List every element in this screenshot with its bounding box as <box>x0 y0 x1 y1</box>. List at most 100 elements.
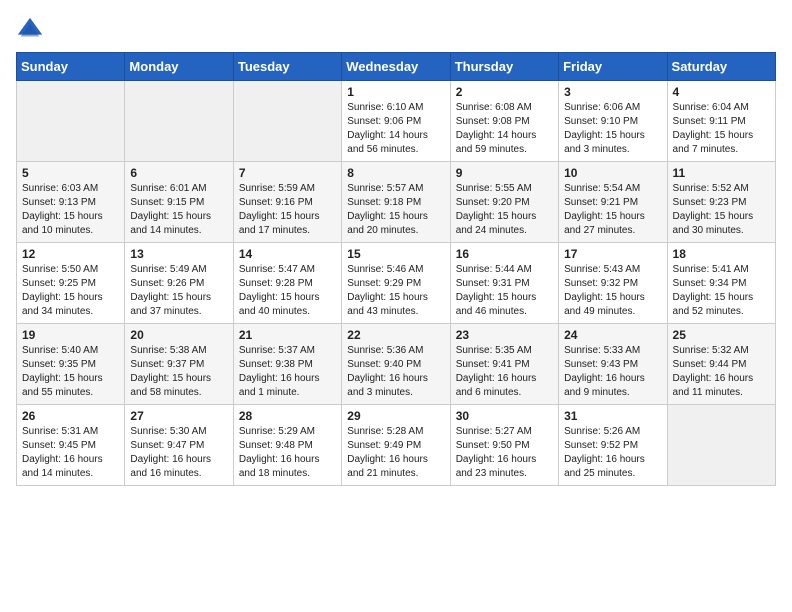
day-detail: Sunrise: 5:49 AM Sunset: 9:26 PM Dayligh… <box>130 263 227 319</box>
day-number: 3 <box>564 85 661 99</box>
day-detail: Sunrise: 5:57 AM Sunset: 9:18 PM Dayligh… <box>347 182 444 238</box>
calendar-cell: 20 Sunrise: 5:38 AM Sunset: 9:37 PM Dayli… <box>125 324 233 405</box>
day-number: 23 <box>456 328 553 342</box>
day-number: 29 <box>347 409 444 423</box>
day-number: 27 <box>130 409 227 423</box>
calendar-cell: 29Sunrise: 5:28 AM Sunset: 9:49 PM Dayli… <box>342 405 450 486</box>
day-number: 26 <box>22 409 119 423</box>
day-detail: Sunrise: 5:29 AM Sunset: 9:48 PM Dayligh… <box>239 425 336 481</box>
calendar-cell: 25 Sunrise: 5:32 AM Sunset: 9:44 PM Dayli… <box>667 324 775 405</box>
calendar-cell <box>125 81 233 162</box>
day-number: 9 <box>456 166 553 180</box>
day-detail: Sunrise: 5:36 AM Sunset: 9:40 PM Dayligh… <box>347 344 444 400</box>
weekday-header-monday: Monday <box>125 53 233 81</box>
calendar-cell <box>667 405 775 486</box>
week-row-2: 5Sunrise: 6:03 AM Sunset: 9:13 PM Daylig… <box>17 162 776 243</box>
day-number: 25 <box>673 328 770 342</box>
calendar-cell: 5Sunrise: 6:03 AM Sunset: 9:13 PM Daylig… <box>17 162 125 243</box>
calendar-cell: 17 Sunrise: 5:43 AM Sunset: 9:32 PM Dayli… <box>559 243 667 324</box>
calendar-cell: 13 Sunrise: 5:49 AM Sunset: 9:26 PM Dayli… <box>125 243 233 324</box>
calendar-cell: 26 Sunrise: 5:31 AM Sunset: 9:45 PM Dayli… <box>17 405 125 486</box>
day-number: 4 <box>673 85 770 99</box>
day-number: 1 <box>347 85 444 99</box>
day-detail: Sunrise: 5:32 AM Sunset: 9:44 PM Dayligh… <box>673 344 770 400</box>
day-detail: Sunrise: 5:55 AM Sunset: 9:20 PM Dayligh… <box>456 182 553 238</box>
day-number: 19 <box>22 328 119 342</box>
day-detail: Sunrise: 5:38 AM Sunset: 9:37 PM Dayligh… <box>130 344 227 400</box>
calendar-cell: 23 Sunrise: 5:35 AM Sunset: 9:41 PM Dayli… <box>450 324 558 405</box>
day-detail: Sunrise: 5:44 AM Sunset: 9:31 PM Dayligh… <box>456 263 553 319</box>
calendar-cell: 19 Sunrise: 5:40 AM Sunset: 9:35 PM Dayli… <box>17 324 125 405</box>
calendar-cell: 16 Sunrise: 5:44 AM Sunset: 9:31 PM Dayli… <box>450 243 558 324</box>
day-number: 5 <box>22 166 119 180</box>
day-detail: Sunrise: 5:41 AM Sunset: 9:34 PM Dayligh… <box>673 263 770 319</box>
day-detail: Sunrise: 5:35 AM Sunset: 9:41 PM Dayligh… <box>456 344 553 400</box>
week-row-3: 12 Sunrise: 5:50 AM Sunset: 9:25 PM Dayli… <box>17 243 776 324</box>
day-detail: Sunrise: 5:26 AM Sunset: 9:52 PM Dayligh… <box>564 425 661 481</box>
day-detail: Sunrise: 6:08 AM Sunset: 9:08 PM Dayligh… <box>456 101 553 157</box>
day-number: 21 <box>239 328 336 342</box>
day-detail: Sunrise: 5:43 AM Sunset: 9:32 PM Dayligh… <box>564 263 661 319</box>
day-number: 18 <box>673 247 770 261</box>
calendar-cell: 10 Sunrise: 5:54 AM Sunset: 9:21 PM Dayli… <box>559 162 667 243</box>
week-row-1: 1 Sunrise: 6:10 AM Sunset: 9:06 PM Daylig… <box>17 81 776 162</box>
calendar-cell: 30 Sunrise: 5:27 AM Sunset: 9:50 PM Dayli… <box>450 405 558 486</box>
day-detail: Sunrise: 6:01 AM Sunset: 9:15 PM Dayligh… <box>130 182 227 238</box>
day-number: 6 <box>130 166 227 180</box>
weekday-header-wednesday: Wednesday <box>342 53 450 81</box>
day-number: 2 <box>456 85 553 99</box>
day-number: 22 <box>347 328 444 342</box>
calendar-cell: 18 Sunrise: 5:41 AM Sunset: 9:34 PM Dayli… <box>667 243 775 324</box>
day-number: 24 <box>564 328 661 342</box>
calendar-cell <box>17 81 125 162</box>
day-detail: Sunrise: 5:52 AM Sunset: 9:23 PM Dayligh… <box>673 182 770 238</box>
day-number: 17 <box>564 247 661 261</box>
calendar-cell: 7 Sunrise: 5:59 AM Sunset: 9:16 PM Daylig… <box>233 162 341 243</box>
day-number: 10 <box>564 166 661 180</box>
day-detail: Sunrise: 5:40 AM Sunset: 9:35 PM Dayligh… <box>22 344 119 400</box>
day-number: 8 <box>347 166 444 180</box>
calendar-cell: 9 Sunrise: 5:55 AM Sunset: 9:20 PM Daylig… <box>450 162 558 243</box>
calendar-cell: 28Sunrise: 5:29 AM Sunset: 9:48 PM Dayli… <box>233 405 341 486</box>
day-number: 12 <box>22 247 119 261</box>
weekday-header-thursday: Thursday <box>450 53 558 81</box>
weekday-header-sunday: Sunday <box>17 53 125 81</box>
page-header <box>16 16 776 44</box>
weekday-header-row: SundayMondayTuesdayWednesdayThursdayFrid… <box>17 53 776 81</box>
day-number: 7 <box>239 166 336 180</box>
weekday-header-saturday: Saturday <box>667 53 775 81</box>
calendar-cell: 15Sunrise: 5:46 AM Sunset: 9:29 PM Dayli… <box>342 243 450 324</box>
logo <box>16 16 48 44</box>
day-detail: Sunrise: 5:59 AM Sunset: 9:16 PM Dayligh… <box>239 182 336 238</box>
calendar-table: SundayMondayTuesdayWednesdayThursdayFrid… <box>16 52 776 486</box>
calendar-cell: 4 Sunrise: 6:04 AM Sunset: 9:11 PM Daylig… <box>667 81 775 162</box>
day-detail: Sunrise: 6:10 AM Sunset: 9:06 PM Dayligh… <box>347 101 444 157</box>
day-detail: Sunrise: 5:27 AM Sunset: 9:50 PM Dayligh… <box>456 425 553 481</box>
calendar-cell: 6 Sunrise: 6:01 AM Sunset: 9:15 PM Daylig… <box>125 162 233 243</box>
week-row-4: 19 Sunrise: 5:40 AM Sunset: 9:35 PM Dayli… <box>17 324 776 405</box>
weekday-header-tuesday: Tuesday <box>233 53 341 81</box>
calendar-cell: 31Sunrise: 5:26 AM Sunset: 9:52 PM Dayli… <box>559 405 667 486</box>
calendar-cell: 3 Sunrise: 6:06 AM Sunset: 9:10 PM Daylig… <box>559 81 667 162</box>
day-number: 16 <box>456 247 553 261</box>
calendar-cell: 8 Sunrise: 5:57 AM Sunset: 9:18 PM Daylig… <box>342 162 450 243</box>
day-detail: Sunrise: 6:04 AM Sunset: 9:11 PM Dayligh… <box>673 101 770 157</box>
calendar-cell: 22 Sunrise: 5:36 AM Sunset: 9:40 PM Dayli… <box>342 324 450 405</box>
day-number: 20 <box>130 328 227 342</box>
day-detail: Sunrise: 5:31 AM Sunset: 9:45 PM Dayligh… <box>22 425 119 481</box>
day-number: 30 <box>456 409 553 423</box>
weekday-header-friday: Friday <box>559 53 667 81</box>
calendar-cell: 11Sunrise: 5:52 AM Sunset: 9:23 PM Dayli… <box>667 162 775 243</box>
logo-icon <box>16 16 44 44</box>
day-detail: Sunrise: 5:47 AM Sunset: 9:28 PM Dayligh… <box>239 263 336 319</box>
day-number: 13 <box>130 247 227 261</box>
calendar-cell: 2 Sunrise: 6:08 AM Sunset: 9:08 PM Daylig… <box>450 81 558 162</box>
day-number: 14 <box>239 247 336 261</box>
day-detail: Sunrise: 5:37 AM Sunset: 9:38 PM Dayligh… <box>239 344 336 400</box>
day-detail: Sunrise: 6:06 AM Sunset: 9:10 PM Dayligh… <box>564 101 661 157</box>
calendar-cell: 24Sunrise: 5:33 AM Sunset: 9:43 PM Dayli… <box>559 324 667 405</box>
day-detail: Sunrise: 5:50 AM Sunset: 9:25 PM Dayligh… <box>22 263 119 319</box>
calendar-cell: 21 Sunrise: 5:37 AM Sunset: 9:38 PM Dayli… <box>233 324 341 405</box>
day-detail: Sunrise: 5:54 AM Sunset: 9:21 PM Dayligh… <box>564 182 661 238</box>
day-number: 15 <box>347 247 444 261</box>
